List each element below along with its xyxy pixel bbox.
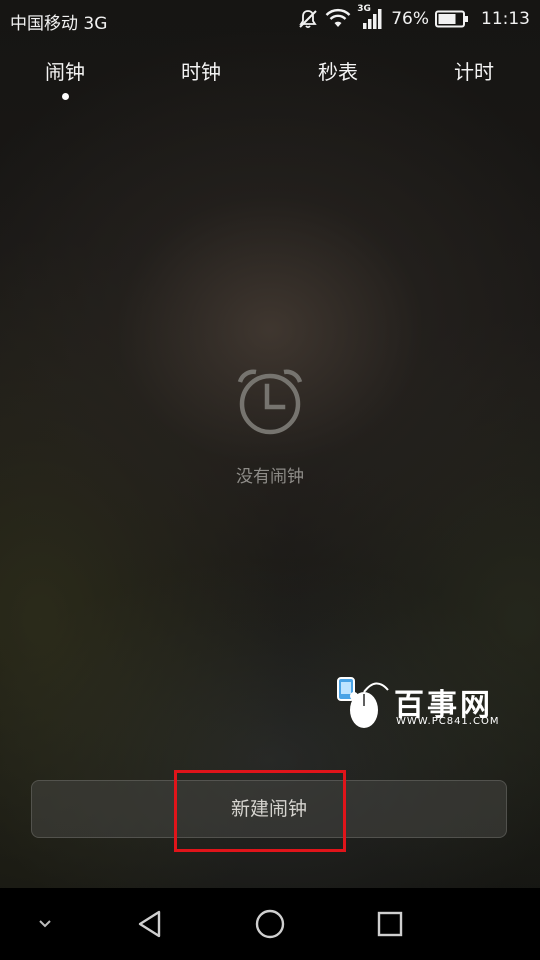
carrier-label: 中国移动 3G xyxy=(10,14,108,34)
watermark-subtitle: WWW.PC841.COM xyxy=(396,716,500,727)
no-alarm-text: 没有闹钟 xyxy=(236,467,304,487)
tab-alarm-label: 闹钟 xyxy=(45,60,85,84)
new-alarm-button[interactable]: 新建闹钟 xyxy=(31,780,507,838)
back-icon[interactable] xyxy=(120,888,180,960)
tab-bar: 闹钟 时钟 秒表 计时 xyxy=(0,56,540,106)
tab-selected-indicator xyxy=(61,93,69,100)
tab-world-clock[interactable]: 时钟 xyxy=(151,56,251,85)
mouse-mascot-icon xyxy=(337,677,389,728)
battery-percent: 76% xyxy=(391,9,429,29)
wifi-icon xyxy=(325,8,351,30)
home-icon[interactable] xyxy=(240,888,300,960)
recents-icon[interactable] xyxy=(360,888,420,960)
tab-timer[interactable]: 计时 xyxy=(424,56,524,85)
signal-icon: 3G xyxy=(357,4,383,31)
alarm-clock-icon xyxy=(234,366,306,438)
collapse-chevron-icon[interactable] xyxy=(20,888,70,960)
tab-stopwatch[interactable]: 秒表 xyxy=(288,56,388,85)
tab-world-clock-label: 时钟 xyxy=(181,60,221,84)
status-time: 11:13 xyxy=(481,9,530,29)
tab-alarm[interactable]: 闹钟 xyxy=(15,56,115,100)
tab-stopwatch-label: 秒表 xyxy=(318,60,358,84)
mute-icon xyxy=(297,8,319,30)
tab-timer-label: 计时 xyxy=(454,60,494,84)
navigation-bar xyxy=(0,888,540,960)
battery-icon xyxy=(435,10,469,28)
watermark-logo: 百事网 WWW.PC841.COM xyxy=(336,672,512,732)
network-type-badge: 3G xyxy=(357,4,371,14)
status-bar: 中国移动 3G 3G 76% 11:13 xyxy=(0,0,540,38)
status-icons: 3G 76% 11:13 xyxy=(297,4,530,32)
clock-app-screen: 中国移动 3G 3G 76% 11:13 闹钟 时钟 秒表 计时 没有闹钟 百事… xyxy=(0,0,540,960)
